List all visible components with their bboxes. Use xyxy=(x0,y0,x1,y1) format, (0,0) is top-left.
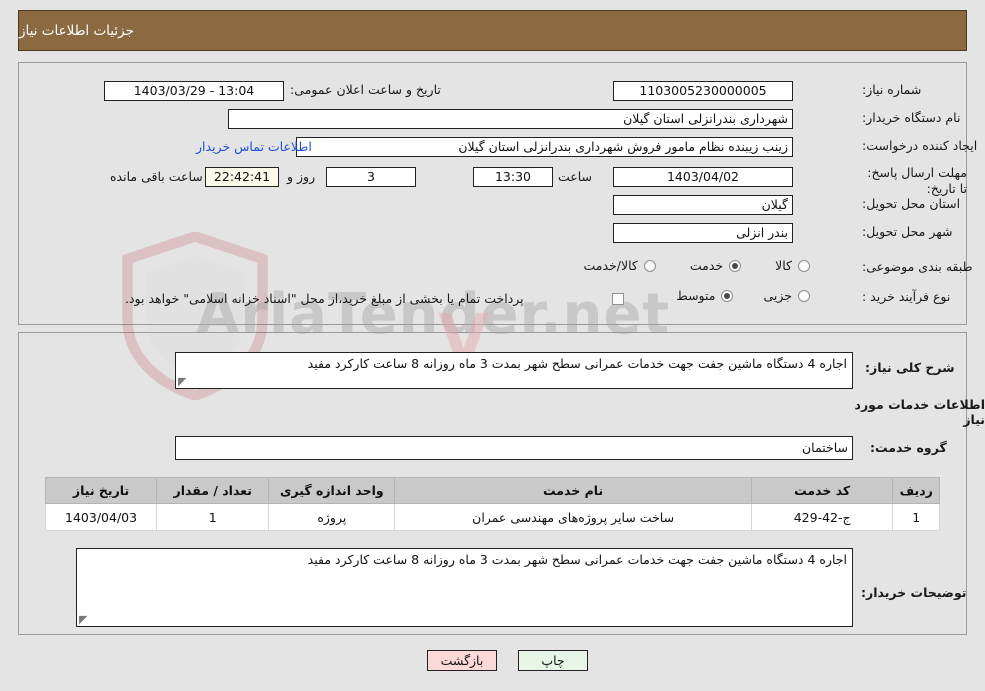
purchase-type-option-jozei[interactable]: جزیی xyxy=(763,288,810,303)
general-description-label: شرح کلی نیاز: xyxy=(865,360,955,375)
subject-category-option-label: کالا xyxy=(775,258,792,273)
buyer-org-label-row: نام دستگاه خریدار: xyxy=(862,110,960,125)
th-radif: ردیف xyxy=(892,477,940,504)
delivery-city-label-row: شهر محل تحویل: xyxy=(862,224,952,239)
services-section-title: اطلاعات خدمات مورد نیاز xyxy=(854,397,985,427)
treasury-bonds-checkbox[interactable] xyxy=(612,293,624,305)
subject-category-option-label: خدمت xyxy=(689,258,724,273)
table-header-row: ردیف کد خدمت نام خدمت واحد اندازه گیری ت… xyxy=(44,477,940,504)
purchase-type-option-label: متوسط xyxy=(676,288,716,303)
announce-datetime-field: 13:04 - 1403/03/29 xyxy=(104,81,284,101)
treasury-bonds-text: پرداخت تمام یا بخشی از مبلغ خرید،از محل … xyxy=(125,291,524,306)
general-description-textarea[interactable]: اجاره 4 دستگاه ماشین جفت جهت خدمات عمران… xyxy=(175,352,853,389)
services-table: ردیف کد خدمت نام خدمت واحد اندازه گیری ت… xyxy=(44,477,940,531)
radio-icon[interactable] xyxy=(798,259,810,272)
th-unit: واحد اندازه گیری xyxy=(268,477,396,504)
purchase-type-label: نوع فرآیند خرید : xyxy=(862,289,951,304)
buyer-notes-value: اجاره 4 دستگاه ماشین جفت جهت خدمات عمران… xyxy=(307,552,847,567)
page-title: جزئیات اطلاعات نیاز xyxy=(19,22,134,39)
page-titlebar: جزئیات اطلاعات نیاز xyxy=(18,10,967,51)
th-service-name: نام خدمت xyxy=(394,477,752,504)
need-number-label: شماره نیاز: xyxy=(862,82,922,97)
table-row: 1 ج-42-429 ساخت سایر پروژه‌های مهندسی عم… xyxy=(44,503,940,531)
request-creator-field: زینب زیبنده نظام مامور فروش شهرداری بندر… xyxy=(296,137,793,157)
buyer-org-field: شهرداری بندرانزلی استان گیلان xyxy=(228,109,793,129)
back-button[interactable]: بازگشت xyxy=(427,650,497,671)
subject-category-label: طبقه بندی موضوعی: xyxy=(862,259,973,274)
general-description-value: اجاره 4 دستگاه ماشین جفت جهت خدمات عمران… xyxy=(307,356,847,371)
delivery-province-field: گیلان xyxy=(613,195,793,215)
need-number-label-row: شماره نیاز: xyxy=(862,82,921,97)
buyer-notes-label: توضیحات خریدار: xyxy=(861,585,967,600)
resize-grip-icon[interactable]: ◥ xyxy=(79,613,89,626)
delivery-city-field: بندر انزلی xyxy=(613,223,793,243)
buyer-notes-textarea[interactable]: اجاره 4 دستگاه ماشین جفت جهت خدمات عمران… xyxy=(76,548,853,627)
print-button[interactable]: چاپ xyxy=(518,650,588,671)
buyer-org-label: نام دستگاه خریدار: xyxy=(862,110,961,125)
delivery-province-label-row: استان محل تحویل: xyxy=(862,196,960,211)
radio-icon[interactable] xyxy=(798,289,810,302)
service-group-label: گروه خدمت: xyxy=(870,440,947,455)
announce-datetime-label-row: تاریخ و ساعت اعلان عمومی: xyxy=(290,82,441,97)
th-need-date: تاریخ نیاز xyxy=(44,477,158,504)
remaining-hours-label: ساعت باقی مانده xyxy=(110,169,203,184)
subject-category-option-label: کالا/خدمت xyxy=(583,258,638,273)
purchase-type-label-row: نوع فرآیند خرید : xyxy=(862,289,950,304)
purchase-type-option-motavasset[interactable]: متوسط xyxy=(676,288,734,303)
purchase-type-option-label: جزیی xyxy=(763,288,792,303)
radio-icon[interactable] xyxy=(643,259,656,272)
service-group-field: ساختمان xyxy=(175,436,853,460)
need-number-field: 1103005230000005 xyxy=(613,81,793,101)
subject-category-radio-group: کالا خدمت کالا/خدمت xyxy=(580,258,810,273)
cell-unit: پروژه xyxy=(268,503,396,531)
request-creator-label: ایجاد کننده درخواست: xyxy=(862,138,978,153)
purchase-type-radio-group: جزیی متوسط xyxy=(676,288,810,303)
cell-service-name: ساخت سایر پروژه‌های مهندسی عمران xyxy=(394,503,752,531)
need-summary-panel xyxy=(18,62,967,325)
th-quantity: تعداد / مقدار xyxy=(156,477,270,504)
announce-datetime-label: تاریخ و ساعت اعلان عمومی: xyxy=(290,82,441,97)
cell-quantity: 1 xyxy=(156,503,270,531)
resize-grip-icon[interactable]: ◥ xyxy=(178,375,188,388)
radio-icon[interactable] xyxy=(729,259,742,272)
cell-service-code: ج-42-429 xyxy=(750,503,894,531)
remaining-days-field: 3 xyxy=(326,167,416,187)
remaining-days-label: روز و xyxy=(287,169,316,184)
countdown-timer-field: 22:42:41 xyxy=(205,167,279,187)
deadline-label: مهلت ارسال پاسخ: تا تاریخ: xyxy=(867,165,967,196)
delivery-province-label: استان محل تحویل: xyxy=(862,196,961,211)
deadline-time-field: 13:30 xyxy=(473,167,553,187)
deadline-time-label: ساعت xyxy=(558,169,593,184)
cell-radif: 1 xyxy=(892,503,940,531)
subject-category-option-kala-khedmat[interactable]: کالا/خدمت xyxy=(583,258,656,273)
cell-need-date: 1403/04/03 xyxy=(44,503,158,531)
request-creator-label-row: ایجاد کننده درخواست: xyxy=(862,138,977,153)
subject-category-option-kala[interactable]: کالا xyxy=(775,258,810,273)
buyer-contact-link[interactable]: اطلاعات تماس خریدار xyxy=(196,139,312,154)
radio-icon[interactable] xyxy=(721,289,734,302)
deadline-date-field: 1403/04/02 xyxy=(613,167,793,187)
delivery-city-label: شهر محل تحویل: xyxy=(862,224,953,239)
th-service-code: کد خدمت xyxy=(750,477,894,504)
subject-category-option-khedmat[interactable]: خدمت xyxy=(689,258,742,273)
subject-category-label-row: طبقه بندی موضوعی: xyxy=(862,259,973,274)
